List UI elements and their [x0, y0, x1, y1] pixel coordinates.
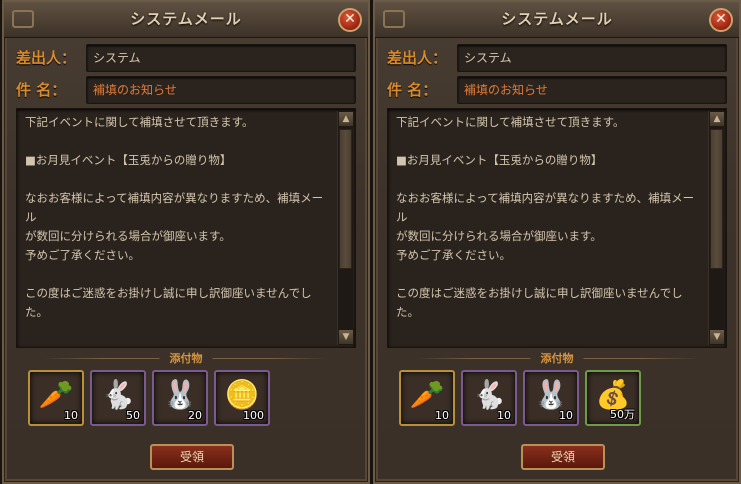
- sender-row: 差出人： システム: [16, 44, 356, 72]
- receive-button[interactable]: 受領: [521, 444, 605, 470]
- sender-value: システム: [457, 44, 727, 72]
- subject-value: 補填のお知らせ: [457, 76, 727, 104]
- scrollbar[interactable]: ▲ ▼: [708, 111, 725, 345]
- mail-body-text: 下記イベントに関して補填させて頂きます。 ■お月見イベント【玉兎からの贈り物】 …: [396, 115, 695, 319]
- scrollbar[interactable]: ▲ ▼: [337, 111, 354, 345]
- attachments-label: 添付物: [159, 350, 213, 366]
- scroll-thumb[interactable]: [339, 129, 352, 269]
- sender-value: システム: [86, 44, 356, 72]
- item-count: 10: [64, 409, 78, 422]
- subject-label: 件 名：: [387, 81, 438, 99]
- subject-row: 件 名： 補填のお知らせ: [387, 76, 727, 104]
- title-bar[interactable]: システムメール ✕: [4, 2, 368, 38]
- scroll-down-button[interactable]: ▼: [338, 329, 354, 345]
- attachment-item[interactable]: 🪙 100: [214, 370, 270, 426]
- sender-row: 差出人： システム: [387, 44, 727, 72]
- window-title: システムメール: [130, 10, 242, 28]
- close-button[interactable]: ✕: [338, 8, 362, 32]
- mail-body: 下記イベントに関して補填させて頂きます。 ■お月見イベント【玉兎からの贈り物】 …: [16, 108, 356, 348]
- subject-label: 件 名：: [16, 81, 67, 99]
- mail-body-text: 下記イベントに関して補填させて頂きます。 ■お月見イベント【玉兎からの贈り物】 …: [25, 115, 324, 319]
- gold-ingot-icon: 🪙: [224, 378, 260, 411]
- subject-row: 件 名： 補填のお知らせ: [16, 76, 356, 104]
- golden-rabbit-figure-icon: 🐇: [100, 378, 136, 411]
- item-count: 10: [497, 409, 511, 422]
- attachment-item[interactable]: 🥕 10: [28, 370, 84, 426]
- golden-rabbit-figure-icon: 🐇: [471, 378, 507, 411]
- subject-value: 補填のお知らせ: [86, 76, 356, 104]
- title-bar[interactable]: システムメール ✕: [375, 2, 739, 38]
- item-count: 50万: [610, 408, 635, 421]
- white-rabbit-icon: 🐰: [533, 378, 569, 411]
- item-count: 10: [435, 409, 449, 422]
- sender-label: 差出人：: [387, 49, 448, 67]
- attachments-label: 添付物: [530, 350, 584, 366]
- scroll-thumb[interactable]: [710, 129, 723, 269]
- sender-label: 差出人：: [16, 49, 77, 67]
- item-count: 50: [126, 409, 140, 422]
- attachment-item[interactable]: 🐰 20: [152, 370, 208, 426]
- mail-window-left: システムメール ✕ 差出人： システム 件 名： 補填のお知らせ 下記イベントに…: [2, 0, 370, 484]
- close-button[interactable]: ✕: [709, 8, 733, 32]
- attachments-header: 添付物: [44, 350, 328, 366]
- attachment-item[interactable]: 🐇 50: [90, 370, 146, 426]
- scroll-up-button[interactable]: ▲: [338, 111, 354, 127]
- scroll-down-button[interactable]: ▼: [709, 329, 725, 345]
- mail-window-right: システムメール ✕ 差出人： システム 件 名： 補填のお知らせ 下記イベントに…: [373, 0, 741, 484]
- white-rabbit-icon: 🐰: [162, 378, 198, 411]
- item-count: 10: [559, 409, 573, 422]
- receive-button[interactable]: 受領: [150, 444, 234, 470]
- carrot-icon: 🥕: [409, 378, 445, 411]
- item-count: 20: [188, 409, 202, 422]
- window-title: システムメール: [501, 10, 613, 28]
- attachments-header: 添付物: [415, 350, 699, 366]
- carrot-icon: 🥕: [38, 378, 74, 411]
- attachment-item[interactable]: 🥕 10: [399, 370, 455, 426]
- mail-body: 下記イベントに関して補填させて頂きます。 ■お月見イベント【玉兎からの贈り物】 …: [387, 108, 727, 348]
- item-count: 100: [243, 409, 264, 422]
- scroll-up-button[interactable]: ▲: [709, 111, 725, 127]
- attachment-item[interactable]: 💰 50万: [585, 370, 641, 426]
- attachment-item[interactable]: 🐇 10: [461, 370, 517, 426]
- attachment-item[interactable]: 🐰 10: [523, 370, 579, 426]
